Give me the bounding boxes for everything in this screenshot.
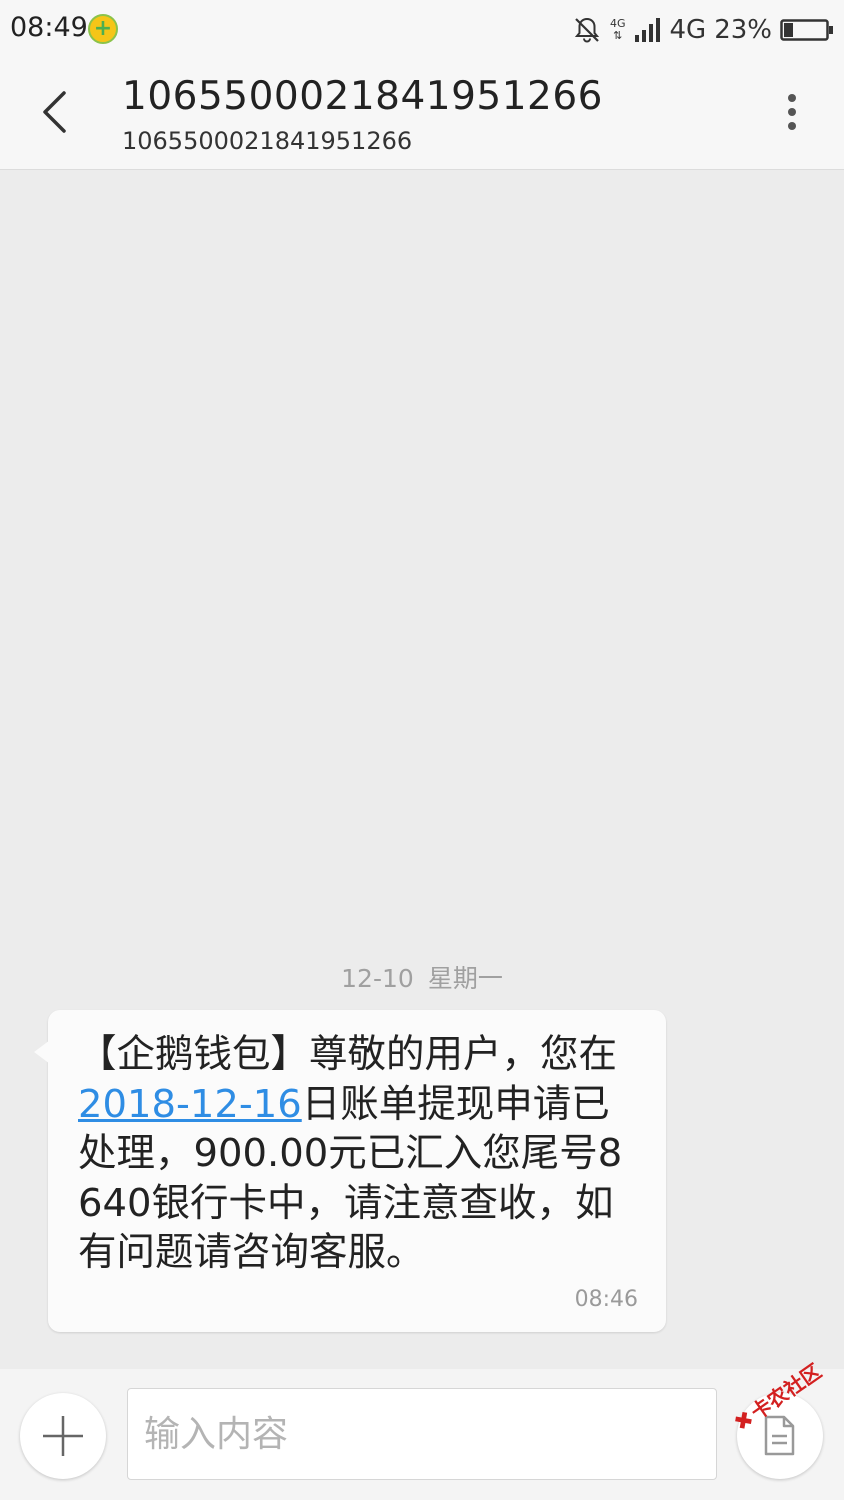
network-label: 4G <box>669 15 707 45</box>
back-chevron-icon <box>43 91 66 133</box>
plus-icon <box>43 1416 83 1456</box>
contact-title: 1065500021841951266 <box>122 74 603 119</box>
date-divider: 12-10 星期一 <box>0 959 844 995</box>
message-text: 【企鹅钱包】尊敬的用户，您在2018-12-16日账单提现申请已处理，900.0… <box>78 1030 638 1278</box>
notification-app-icon: + <box>88 14 118 44</box>
contact-title-block[interactable]: 1065500021841951266 1065500021841951266 <box>122 72 603 158</box>
message-time: 08:46 <box>574 1287 638 1312</box>
battery-percent: 23% <box>714 15 772 45</box>
signal-icon <box>634 18 660 42</box>
weekday-label: 星期一 <box>427 964 503 993</box>
bubble-tail <box>34 1040 50 1064</box>
message-list[interactable]: 12-10 星期一 【企鹅钱包】尊敬的用户，您在2018-12-16日账单提现申请… <box>0 171 844 1369</box>
status-indicators: 4G ⇅ 4G 23% <box>572 10 834 50</box>
back-button[interactable] <box>22 80 86 144</box>
data-arrows-icon: ⇅ <box>613 29 623 42</box>
more-vert-icon <box>788 94 796 102</box>
add-attachment-button[interactable] <box>20 1393 106 1479</box>
message-text-before: 【企鹅钱包】尊敬的用户，您在 <box>78 1032 618 1077</box>
message-input[interactable] <box>127 1388 717 1480</box>
bell-muted-icon <box>574 17 600 43</box>
network-small-indicator: 4G ⇅ <box>610 18 626 42</box>
more-vert-icon-dot <box>788 108 796 116</box>
more-vert-icon-dot <box>788 122 796 130</box>
battery-icon <box>780 19 833 41</box>
date-label: 12-10 <box>341 964 414 993</box>
message-date-link[interactable]: 2018-12-16 <box>78 1082 302 1127</box>
composer-bar <box>0 1369 844 1500</box>
more-options-button[interactable] <box>776 88 808 136</box>
status-time: 08:49 <box>10 12 88 43</box>
incoming-message-bubble[interactable]: 【企鹅钱包】尊敬的用户，您在2018-12-16日账单提现申请已处理，900.0… <box>34 1010 666 1332</box>
status-bar: 08:49 + 4G ⇅ 4G 23% <box>0 0 844 60</box>
conversation-header: 1065500021841951266 1065500021841951266 <box>0 60 844 170</box>
contact-number: 1065500021841951266 <box>122 127 413 155</box>
